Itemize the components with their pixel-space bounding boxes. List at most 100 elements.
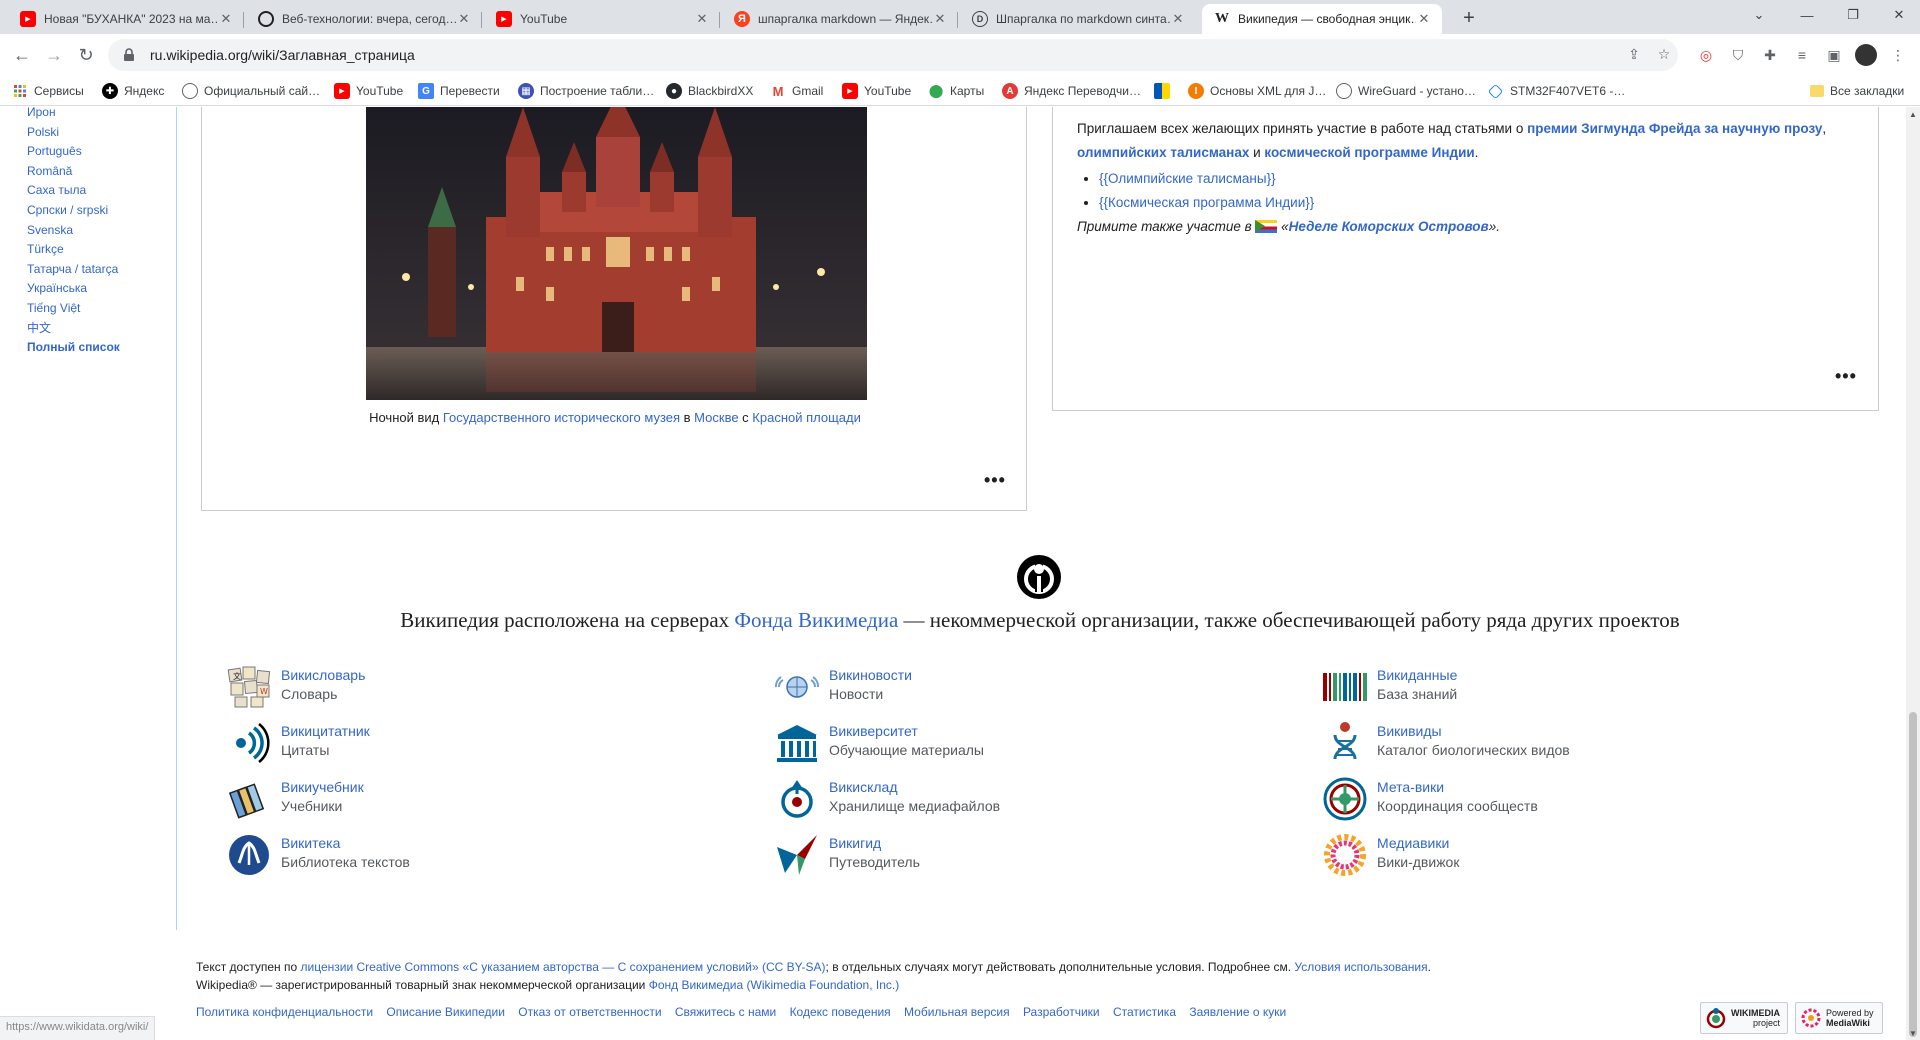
sister-project-wiktionary[interactable]: 文W Викисловарь Словарь: [227, 665, 747, 709]
footer-link[interactable]: Заявление о куки: [1189, 1005, 1286, 1019]
language-link[interactable]: 中文: [27, 321, 51, 335]
footer-link[interactable]: Кодекс поведения: [790, 1005, 891, 1019]
sister-name[interactable]: Викисловарь: [281, 667, 365, 683]
sister-name[interactable]: Викисклад: [829, 779, 898, 795]
sister-project-meta[interactable]: Мета-вики Координация сообществ: [1323, 777, 1843, 821]
sister-project-mediawiki[interactable]: Медиавики Вики-движок: [1323, 833, 1843, 877]
comoros-week-link[interactable]: Неделе Коморских Островов: [1289, 219, 1489, 234]
tab-search-button[interactable]: ⌄: [1736, 0, 1782, 30]
language-link[interactable]: Română: [27, 164, 72, 178]
side-panel-icon[interactable]: ▣: [1822, 43, 1846, 67]
new-tab-button[interactable]: +: [1454, 4, 1484, 32]
invite-link-india-space[interactable]: космической программе Индии: [1264, 145, 1474, 160]
media-queue-icon[interactable]: ≡: [1790, 43, 1814, 67]
sister-project-wikispecies[interactable]: Викивиды Каталог биологических видов: [1323, 721, 1843, 765]
scrollbar-thumb[interactable]: [1909, 712, 1917, 1037]
invite-item-link[interactable]: Космическая программа Индии: [1108, 195, 1305, 210]
tab-4[interactable]: Я шпаргалка markdown — Яндек… ✕: [722, 4, 958, 34]
language-link[interactable]: Українська: [27, 281, 87, 295]
sister-project-wikibooks[interactable]: Викиучебник Учебники: [227, 777, 747, 821]
forward-button[interactable]: →: [40, 41, 68, 69]
bookmark-item[interactable]: ▶ YouTube: [334, 81, 403, 101]
footer-link[interactable]: Мобильная версия: [904, 1005, 1010, 1019]
language-link[interactable]: Svenska: [27, 223, 73, 237]
close-icon[interactable]: ✕: [932, 11, 948, 27]
powered-by-mediawiki-badge[interactable]: Powered by MediaWiki: [1795, 1002, 1883, 1034]
url-text[interactable]: ru.wikipedia.org/wiki/Заглавная_страница: [150, 47, 415, 63]
invite-link-freud[interactable]: премии Зигмунда Фрейда за научную прозу: [1527, 121, 1822, 136]
footer-link[interactable]: Разработчики: [1023, 1005, 1100, 1019]
tab-1[interactable]: ▶ Новая "БУХАНКА" 2023 на ма… ✕: [8, 4, 244, 34]
close-window-button[interactable]: ✕: [1876, 0, 1920, 30]
all-bookmarks-folder[interactable]: Все закладки: [1810, 81, 1904, 101]
invite-item-link[interactable]: Олимпийские талисманы: [1108, 171, 1267, 186]
caption-link-red-square[interactable]: Красной площади: [752, 410, 861, 425]
invite-link-olympic[interactable]: олимпийских талисманах: [1077, 145, 1249, 160]
wikimedia-project-badge[interactable]: WIKIMEDIA project: [1700, 1002, 1788, 1034]
language-link[interactable]: Tiếng Việt: [27, 301, 80, 315]
bookmark-item[interactable]: ✚ Яндекс: [102, 81, 164, 101]
close-icon[interactable]: ✕: [456, 11, 472, 27]
sister-name[interactable]: Викиверситет: [829, 723, 918, 739]
sister-name[interactable]: Викиучебник: [281, 779, 364, 795]
language-link[interactable]: Polski: [27, 125, 59, 139]
extensions-puzzle-icon[interactable]: ✚: [1758, 43, 1782, 67]
bookmark-item[interactable]: Официальный сай…: [182, 81, 320, 101]
restore-button[interactable]: ❐: [1830, 0, 1876, 30]
wikimedia-foundation-link[interactable]: Фонда Викимедиа: [734, 608, 898, 632]
minimize-button[interactable]: —: [1784, 0, 1830, 30]
language-link[interactable]: Türkçe: [27, 242, 64, 256]
lock-icon[interactable]: [122, 48, 136, 62]
bookmark-item[interactable]: [1154, 81, 1176, 101]
sister-project-wikivoyage[interactable]: Викигид Путеводитель: [775, 833, 1295, 877]
bookmark-item[interactable]: I Основы XML для J…: [1188, 81, 1326, 101]
address-bar[interactable]: ru.wikipedia.org/wiki/Заглавная_страница: [108, 39, 1678, 71]
bookmark-item[interactable]: ▶ YouTube: [842, 81, 911, 101]
footer-link[interactable]: Отказ от ответственности: [518, 1005, 661, 1019]
caption-link-moscow[interactable]: Москве: [694, 410, 738, 425]
scroll-up-arrow-icon[interactable]: ▲: [1906, 107, 1920, 121]
extension-shield-icon[interactable]: ⛉: [1726, 43, 1750, 67]
language-link[interactable]: Српски / srpski: [27, 203, 108, 217]
sister-name[interactable]: Викиданные: [1377, 667, 1457, 683]
more-options-button[interactable]: •••: [1835, 366, 1857, 387]
bookmark-item[interactable]: Сервисы: [12, 81, 84, 101]
profile-avatar[interactable]: [1854, 43, 1878, 67]
close-icon[interactable]: ✕: [694, 11, 710, 27]
license-link[interactable]: лицензии Creative Commons «С указанием а…: [301, 960, 826, 974]
sister-project-wikidata[interactable]: Викиданные База знаний: [1323, 665, 1843, 709]
bookmark-item[interactable]: M Gmail: [770, 81, 824, 101]
back-button[interactable]: ←: [8, 41, 36, 69]
bookmark-item[interactable]: A Яндекс Переводчи…: [1002, 81, 1141, 101]
scroll-down-arrow-icon[interactable]: ▼: [1906, 1026, 1920, 1040]
sister-project-wikinews[interactable]: Викиновости Новости: [774, 665, 1295, 709]
tab-active-wikipedia[interactable]: W Википедия — свободная энцик… ✕: [1202, 4, 1442, 34]
bookmark-star-icon[interactable]: ☆: [1652, 42, 1676, 66]
wikimedia-foundation-footer-link[interactable]: Фонд Викимедиа (Wikimedia Foundation, In…: [649, 978, 900, 992]
sister-name[interactable]: Викитека: [281, 835, 340, 851]
caption-link-museum[interactable]: Государственного исторического музея: [443, 410, 680, 425]
sister-name[interactable]: Викиновости: [829, 667, 912, 683]
bookmark-item[interactable]: ▦ Построение табли…: [518, 81, 654, 101]
bookmark-item[interactable]: WireGuard - устано…: [1336, 81, 1476, 101]
bookmark-item[interactable]: ⬤ Карты: [928, 81, 984, 101]
sister-project-wikiversity[interactable]: Викиверситет Обучающие материалы: [775, 721, 1295, 765]
tab-3[interactable]: ▶ YouTube ✕: [484, 4, 720, 34]
tab-5[interactable]: D Шпаргалка по markdown синта… ✕: [960, 4, 1196, 34]
close-icon[interactable]: ✕: [218, 11, 234, 27]
close-icon[interactable]: ✕: [1170, 11, 1186, 27]
menu-kebab-icon[interactable]: ⋮: [1886, 43, 1910, 67]
languages-full-list-link[interactable]: Полный список: [27, 340, 120, 354]
sister-project-wikiquote[interactable]: Викицитатник Цитаты: [227, 721, 747, 765]
tab-2[interactable]: Веб-технологии: вчера, сегод… ✕: [246, 4, 482, 34]
page-scrollbar[interactable]: ▲ ▼: [1906, 107, 1920, 1040]
language-link[interactable]: Татарча / tatarça: [27, 262, 118, 276]
language-link[interactable]: Português: [27, 144, 82, 158]
more-options-button[interactable]: •••: [984, 470, 1006, 491]
close-icon[interactable]: ✕: [1416, 11, 1432, 27]
museum-photo[interactable]: [366, 107, 867, 400]
footer-link[interactable]: Статистика: [1113, 1005, 1176, 1019]
footer-link[interactable]: Свяжитесь с нами: [675, 1005, 776, 1019]
share-icon[interactable]: ⇪: [1622, 42, 1646, 66]
sister-name[interactable]: Викивиды: [1377, 723, 1442, 739]
